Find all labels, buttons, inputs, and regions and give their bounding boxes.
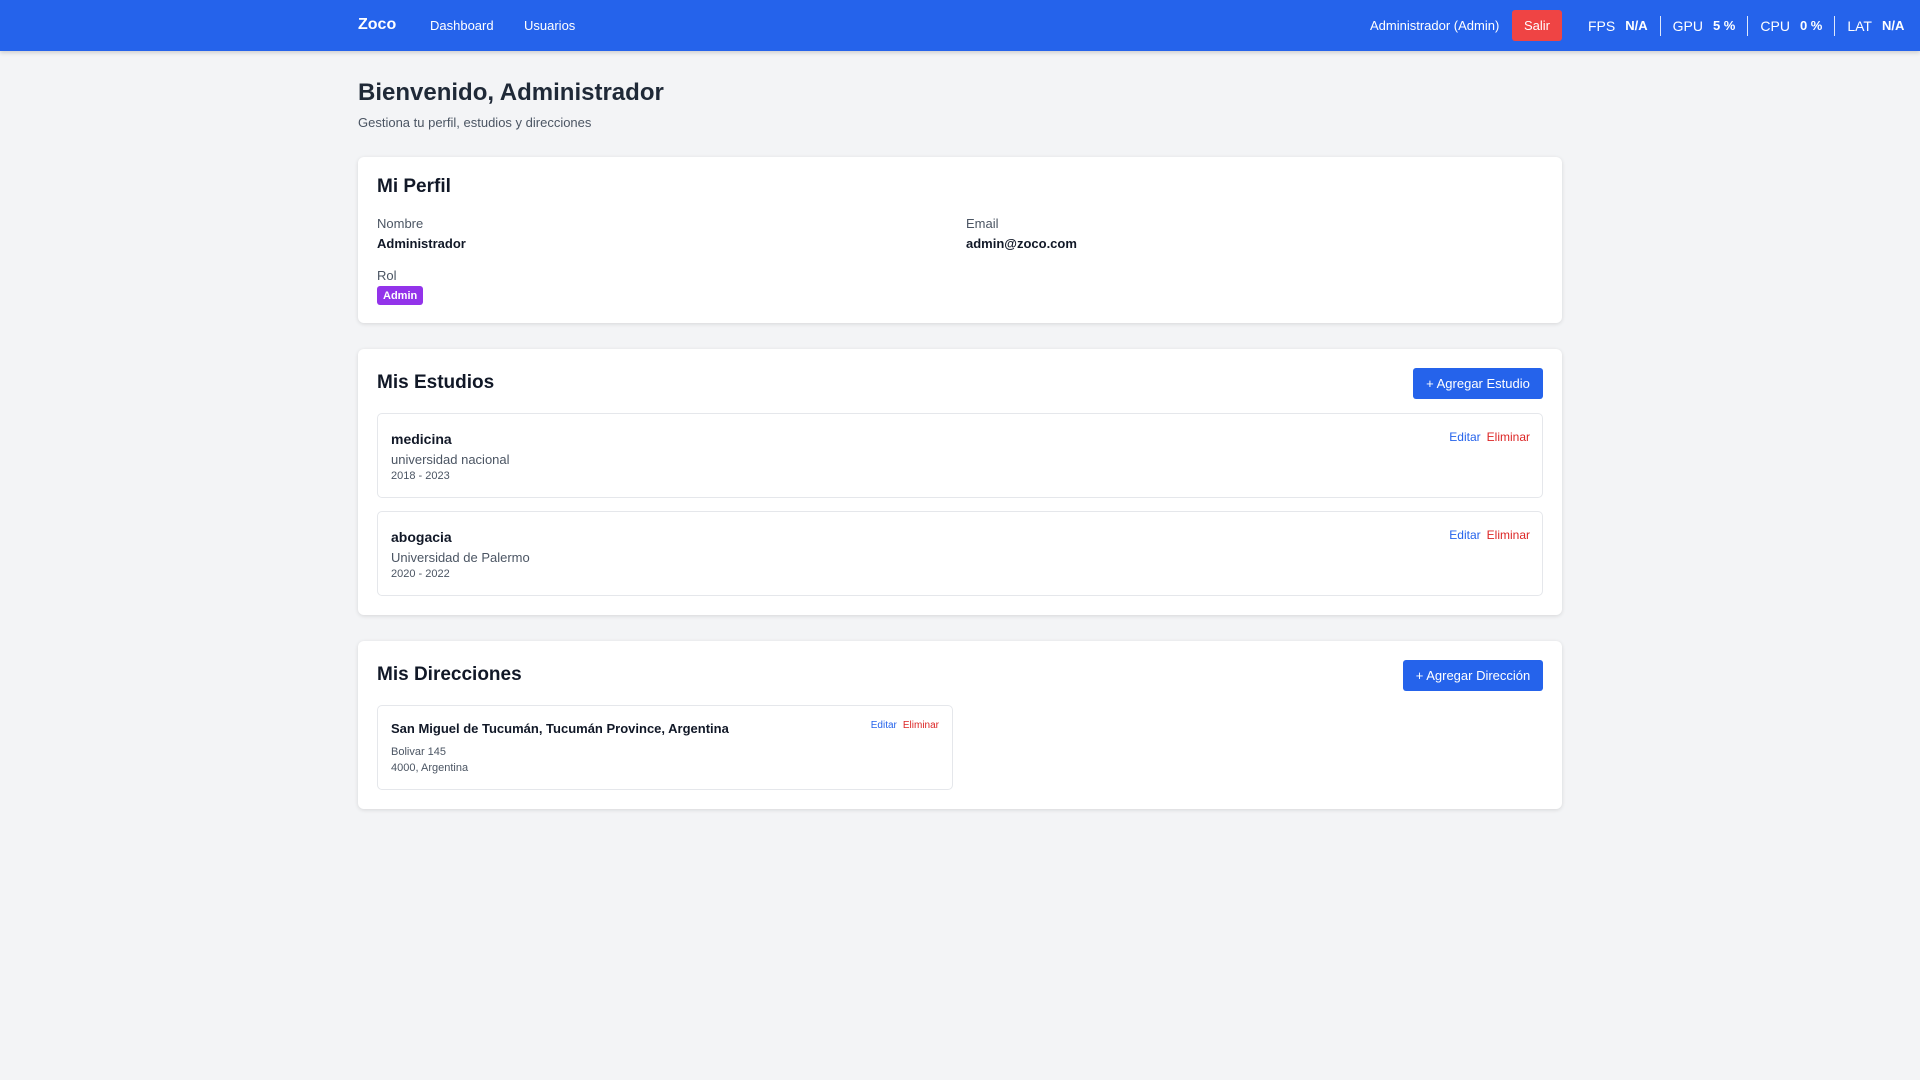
brand-logo[interactable]: Zoco (358, 16, 396, 34)
page-subtitle: Gestiona tu perfil, estudios y direccion… (358, 115, 592, 130)
stat-value: N/A (1625, 18, 1648, 33)
stat-label: LAT (1847, 17, 1872, 34)
profile-title: Mi Perfil (377, 176, 451, 197)
top-navbar: Zoco Dashboard Usuarios Administrador (A… (0, 0, 1920, 51)
address-title: San Miguel de Tucumán, Tucumán Province,… (391, 721, 729, 736)
add-study-button[interactable]: + Agregar Estudio (1413, 368, 1543, 399)
profile-card: Mi Perfil Nombre Administrador Email adm… (358, 157, 1562, 323)
study-item: medicina universidad nacional 2018 - 202… (377, 413, 1543, 498)
edit-address-link[interactable]: Editar (871, 720, 897, 731)
study-actions: Editar Eliminar (1449, 528, 1530, 542)
study-name: abogacia (391, 529, 452, 545)
name-label: Nombre (377, 216, 424, 231)
page-title: Bienvenido, Administrador (358, 79, 664, 106)
logout-button[interactable]: Salir (1512, 10, 1562, 41)
stat-lat: LAT N/A (1834, 15, 1916, 36)
study-institution: Universidad de Palermo (391, 550, 530, 565)
edit-study-link[interactable]: Editar (1449, 528, 1480, 542)
current-user-label: Administrador (Admin) (1370, 18, 1500, 33)
study-item: abogacia Universidad de Palermo 2020 - 2… (377, 511, 1543, 596)
nav-link-dashboard[interactable]: Dashboard (430, 18, 494, 33)
role-badge: Admin (377, 286, 424, 305)
delete-address-link[interactable]: Eliminar (903, 720, 939, 731)
add-address-button[interactable]: + Agregar Dirección (1403, 660, 1543, 691)
address-street: Bolivar 145 (391, 746, 447, 758)
nav-link-usuarios[interactable]: Usuarios (524, 18, 575, 33)
addresses-card: Mis Direcciones + Agregar Dirección San … (358, 641, 1562, 809)
addresses-title: Mis Direcciones (377, 664, 522, 685)
stat-cpu: CPU 0 % (1747, 15, 1834, 36)
role-label: Rol (377, 268, 397, 283)
delete-study-link[interactable]: Eliminar (1487, 528, 1530, 542)
study-actions: Editar Eliminar (1449, 430, 1530, 444)
stat-value: N/A (1881, 18, 1905, 33)
study-institution: universidad nacional (391, 452, 510, 467)
stat-value: 0 % (1799, 18, 1823, 33)
study-years: 2020 - 2022 (391, 568, 450, 580)
email-label: Email (966, 216, 999, 231)
stat-label: FPS (1588, 17, 1616, 34)
studies-title: Mis Estudios (377, 372, 495, 393)
performance-stats: FPS N/A GPU 5 % CPU 0 % LAT N/A (1576, 0, 1920, 51)
delete-study-link[interactable]: Eliminar (1487, 430, 1530, 444)
study-name: medicina (391, 431, 452, 447)
stat-label: CPU (1760, 17, 1790, 34)
address-actions: Editar Eliminar (871, 720, 939, 731)
stat-value: 5 % (1712, 18, 1736, 33)
address-item: San Miguel de Tucumán, Tucumán Province,… (377, 705, 953, 790)
address-postal: 4000, Argentina (391, 762, 469, 774)
study-years: 2018 - 2023 (391, 470, 450, 482)
name-value: Administrador (377, 236, 466, 251)
stat-gpu: GPU 5 % (1659, 15, 1748, 36)
stat-label: GPU (1672, 17, 1703, 34)
edit-study-link[interactable]: Editar (1449, 430, 1480, 444)
stat-fps: FPS N/A (1576, 16, 1660, 36)
studies-card: Mis Estudios + Agregar Estudio medicina … (358, 349, 1562, 615)
email-value: admin@zoco.com (966, 236, 1077, 251)
